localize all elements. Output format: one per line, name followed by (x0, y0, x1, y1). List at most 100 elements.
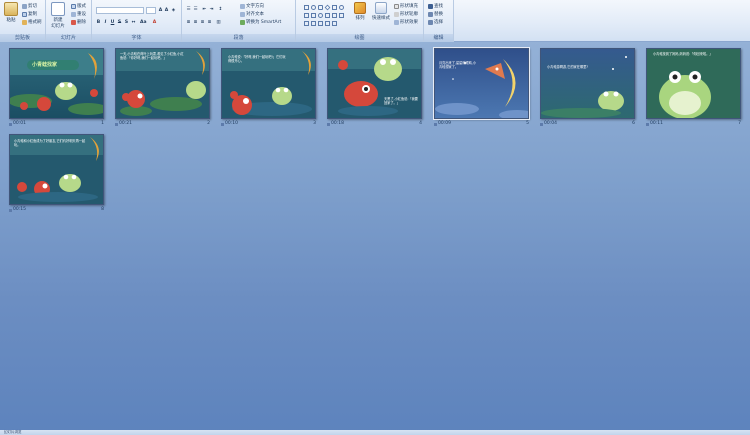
paste-label: 粘贴 (6, 18, 16, 23)
line-spacing-button[interactable]: ↕ (218, 7, 223, 12)
layout-button[interactable]: 版式 (71, 3, 86, 10)
change-case-button[interactable]: Aa (140, 20, 147, 25)
shape-line-icon[interactable] (339, 13, 344, 18)
font-group: A A ◈ B I U S S ↔ Aa A 字体 (92, 0, 182, 42)
smartart-icon (240, 20, 245, 25)
slide-thumbnail-6[interactable]: 小青蛙游啊游,它的家在哪里? (540, 48, 635, 119)
shape-textbox-icon[interactable] (332, 5, 337, 10)
shape-heart-icon[interactable] (311, 21, 316, 26)
shape-fill-label: 形状填充 (400, 4, 418, 9)
slide-6-time: 00:04 (544, 121, 557, 126)
status-view-label: 幻灯片浏览 (4, 430, 22, 434)
quick-styles-label: 快速样式 (372, 16, 390, 21)
align-left-button[interactable]: ≡ (186, 20, 191, 25)
ribbon: 粘贴 剪切 复制 格式刷 剪贴板 新建 幻灯片 版式 重设 删除 幻灯片 A A… (0, 0, 750, 42)
shadow-button[interactable]: S (124, 20, 129, 25)
shape-outline-button[interactable]: 形状轮廓 (394, 11, 418, 18)
align-text-button[interactable]: 对齐文本 (240, 11, 264, 18)
new-slide-button[interactable]: 新建 幻灯片 (48, 2, 68, 32)
align-right-button[interactable]: ≡ (200, 20, 205, 25)
shape-moon-icon[interactable] (325, 21, 330, 26)
reset-button[interactable]: 重设 (71, 11, 86, 18)
shape-cube-icon[interactable] (332, 21, 337, 26)
shape-rectangle-icon[interactable] (304, 5, 309, 10)
font-name-box[interactable] (96, 7, 144, 14)
italic-button[interactable]: I (103, 20, 108, 25)
slide-8-transition[interactable]: 00:15 (9, 207, 26, 213)
slide-1-artwork (10, 49, 103, 118)
shape-brace-icon[interactable] (332, 13, 337, 18)
delete-slide-button[interactable]: 删除 (71, 19, 86, 26)
shape-diamond-icon[interactable] (324, 4, 331, 11)
align-center-button[interactable]: ≡ (193, 20, 198, 25)
slide-1-title: 小青蛙找家 (32, 62, 58, 68)
slide-3-caption: 00:10 3 (221, 121, 316, 127)
slide-2-caption: 00:21 2 (115, 121, 210, 127)
justify-button[interactable]: ≡ (207, 20, 212, 25)
shape-smiley-icon[interactable] (318, 13, 323, 18)
strikethrough-button[interactable]: S (117, 20, 122, 25)
slide-thumbnail-1[interactable]: 小青蛙找家 (9, 48, 104, 119)
slide-2-transition[interactable]: 00:21 (115, 121, 132, 127)
smartart-button[interactable]: 转换为 SmartArt (240, 19, 281, 26)
slide-6-number: 6 (632, 121, 635, 126)
slide-thumbnail-4[interactable]: 天黑了,小红鱼说:「我要回家了。」 (327, 48, 422, 119)
slide-7-transition[interactable]: 00:11 (646, 121, 663, 127)
slide-thumbnail-7[interactable]: 小青蛙找到了妈妈,妈妈说:「你回来啦。」 (646, 48, 741, 119)
copy-label: 复制 (28, 12, 37, 17)
shape-circle-icon[interactable] (339, 5, 344, 10)
bold-button[interactable]: B (96, 20, 101, 25)
shape-star-icon[interactable] (311, 13, 316, 18)
paste-button[interactable]: 粘贴 (2, 2, 20, 32)
font-size-box[interactable] (146, 7, 156, 14)
editing-group-label: 编辑 (424, 34, 453, 42)
cut-button[interactable]: 剪切 (22, 3, 37, 10)
spacing-button[interactable]: ↔ (131, 20, 136, 25)
increase-indent-button[interactable]: ⇥ (209, 7, 214, 12)
grow-font-button[interactable]: A (158, 8, 163, 13)
shrink-font-button[interactable]: A (164, 8, 169, 13)
underline-button[interactable]: U (110, 20, 115, 25)
slide-5-text: 月亮出来了,星星眨眼睛,小青蛙想家了。 (439, 61, 477, 69)
slide-2-text: 一天,小青蛙在荷叶上玩耍,看见了小红鱼,小红鱼说:「你好呀,我们一起玩吧。」 (120, 52, 184, 60)
slide-4-time: 00:18 (331, 121, 344, 126)
paragraph-group-label: 段落 (182, 34, 295, 42)
shape-callout-icon[interactable] (325, 13, 330, 18)
slide-thumbnail-2[interactable]: 一天,小青蛙在荷叶上玩耍,看见了小红鱼,小红鱼说:「你好呀,我们一起玩吧。」 (115, 48, 210, 119)
layout-label: 版式 (77, 4, 86, 9)
slide-4-transition[interactable]: 00:18 (327, 121, 344, 127)
font-color-button[interactable]: A (152, 20, 157, 25)
shape-triangle-icon[interactable] (304, 21, 309, 26)
copy-icon (22, 12, 27, 17)
shape-cloud-icon[interactable] (318, 21, 323, 26)
slide-thumbnail-3[interactable]: 小青蛙说:「好呀,我们一起玩吧!」它们玩得很开心。 (221, 48, 316, 119)
slide-thumbnail-5[interactable]: 月亮出来了,星星眨眼睛,小青蛙想家了。 (433, 47, 530, 120)
decrease-indent-button[interactable]: ⇤ (202, 7, 207, 12)
find-button[interactable]: 查找 (428, 3, 443, 10)
slide-3-transition[interactable]: 00:10 (221, 121, 238, 127)
clear-format-icon[interactable]: ◈ (171, 8, 176, 13)
replace-button[interactable]: 替换 (428, 11, 443, 18)
slide-1-transition[interactable]: 00:01 (9, 121, 26, 127)
format-painter-button[interactable]: 格式刷 (22, 19, 42, 26)
quick-styles-button[interactable]: 快速样式 (370, 2, 392, 32)
shape-arrow-icon[interactable] (304, 13, 309, 18)
shape-effects-button[interactable]: 形状效果 (394, 19, 418, 26)
arrange-button[interactable]: 排列 (352, 2, 368, 32)
shape-rounded-icon[interactable] (318, 5, 323, 10)
text-direction-button[interactable]: 文字方向 (240, 3, 264, 10)
slide-5-transition[interactable]: 00:09 (434, 121, 451, 127)
numbering-button[interactable]: ☰ (193, 7, 198, 12)
slide-thumbnail-8[interactable]: 小青蛙和小红鱼成为了好朋友,它们约好明天再一起玩。 (9, 134, 104, 205)
slide-4-text: 天黑了,小红鱼说:「我要回家了。」 (384, 97, 418, 105)
shape-oval-icon[interactable] (311, 5, 316, 10)
replace-icon (428, 12, 433, 17)
editing-group: 查找 替换 选择 编辑 (424, 0, 454, 42)
shape-fill-button[interactable]: 形状填充 (394, 3, 418, 10)
bullets-button[interactable]: ☰ (186, 7, 191, 12)
columns-button[interactable]: ▥ (216, 20, 221, 25)
slide-8-number: 8 (101, 207, 104, 212)
slide-6-transition[interactable]: 00:04 (540, 121, 557, 127)
select-button[interactable]: 选择 (428, 19, 443, 26)
copy-button[interactable]: 复制 (22, 11, 37, 18)
